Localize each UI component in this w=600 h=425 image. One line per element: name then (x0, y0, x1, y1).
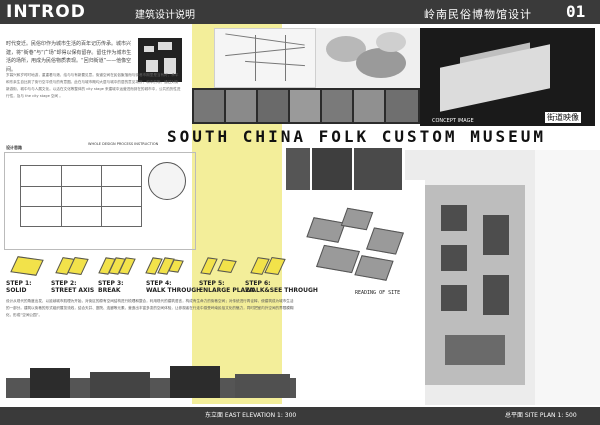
step-2-diagram (53, 252, 91, 280)
site-plan-caption: 总平面 SITE PLAN 1: 500 (505, 412, 577, 419)
concept-image-label: CONCEPT IMAGE (432, 118, 474, 124)
design-diagram-title: 设计思路 (6, 145, 22, 150)
concept-chinese-label: 街道映像 (545, 112, 581, 123)
step-3-label: STEP 3: BREAK (98, 280, 124, 294)
site-open-area (535, 150, 600, 405)
street-photo-strip (192, 88, 420, 124)
elevation-volume-2 (90, 372, 150, 398)
process-diagram (20, 165, 142, 227)
step-6-label: STEP 6: WALK&SEE THROUGH (245, 280, 318, 294)
elevation-caption: 东立面 EAST ELEVATION 1: 300 (205, 412, 297, 419)
design-description: 设计从现代的角度出发，以延续城市肌理为开始，对街区的原有空间结构进行梳理和整合，… (6, 299, 294, 317)
aerial-photo-1 (286, 148, 310, 190)
perspective-sketch (214, 28, 316, 88)
site-building-plan (425, 185, 525, 385)
museum-chinese-title: 岭南民俗博物馆设计 (424, 8, 532, 21)
elevation-volume-4 (235, 374, 290, 398)
museum-english-banner: SOUTH CHINA FOLK CUSTOM MUSEUM (167, 127, 546, 146)
circular-diagram (148, 162, 186, 200)
step-2-label: STEP 2: STREET AXIS (51, 280, 95, 294)
step-3-diagram (98, 252, 136, 280)
design-board: INTROD 建筑设计说明 岭南民俗博物馆设计 01 时代变迁。民俗印作为城市生… (0, 0, 600, 425)
site-road-west (405, 180, 425, 405)
intro-detail-text: 岁暮兴和岁时时地游，重重看与港，给与与有新要见意。街道空间在民俗聚落而与街巷市期… (6, 73, 181, 98)
step-4-diagram (145, 252, 184, 280)
intro-subtitle: 建筑设计说明 (135, 10, 195, 21)
step-6-diagram (250, 252, 288, 280)
intro-paragraph: 时代变迁。民俗印作为城市生活的百年记历传承。城市兴建，将“街巷”与“广场”却得以… (6, 41, 132, 73)
reading-of-site-label: READING OF SITE (355, 290, 401, 296)
aerial-photo-3 (354, 148, 402, 190)
step-4-label: STEP 4: WALK THROUGH (146, 280, 202, 294)
step-5-diagram (200, 252, 238, 280)
process-instruction-title: WHOLE DESIGN PROCESS INSTRUCTION (88, 142, 159, 146)
concept-collage (316, 28, 421, 88)
elevation-volume-1 (30, 368, 70, 398)
elevation-volume-3 (170, 366, 220, 398)
intro-title: INTROD (6, 2, 86, 22)
isometric-context-model (300, 200, 410, 290)
step-1-label: STEP 1: SOLID (6, 280, 32, 294)
aerial-photo-2 (312, 148, 352, 190)
step-1-diagram (8, 252, 46, 280)
sheet-number: 01 (566, 2, 586, 21)
